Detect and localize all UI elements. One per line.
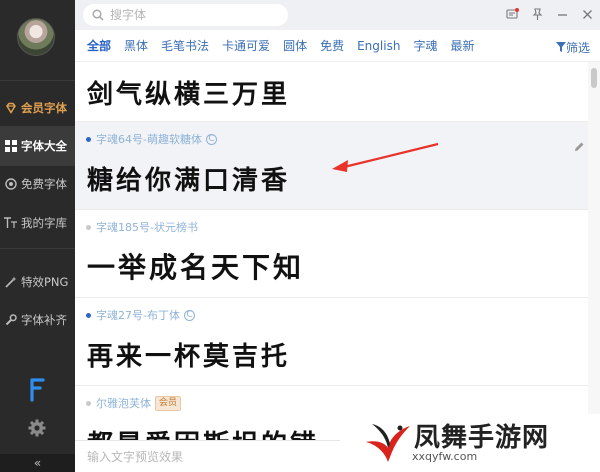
gear-icon[interactable] <box>27 418 47 438</box>
close-icon[interactable] <box>581 6 594 19</box>
sidebar-item-all-fonts[interactable]: 字体大全 <box>0 126 75 166</box>
font-sample: 一举成名天下知 <box>87 251 305 284</box>
sidebar: 会员字体 字体大全 免费字体 我的字库 特效PNG 字体补齐 « <box>0 0 75 472</box>
status-dot <box>86 312 91 318</box>
sidebar-item-label: 字体大全 <box>21 139 67 153</box>
font-meta: 字魂64号-萌趣软糖体 C <box>86 131 217 147</box>
tab-heiti[interactable]: 黑体 <box>124 37 148 54</box>
font-list: 剑气纵横三万里 字魂64号-萌趣软糖体 C 糖给你满口清香 字魂185号-状元榜… <box>75 62 588 440</box>
sidebar-item-effect-png[interactable]: 特效PNG <box>0 262 75 302</box>
wrench-icon <box>4 313 18 327</box>
sidebar-collapse-button[interactable]: « <box>0 454 75 472</box>
message-icon[interactable] <box>506 6 519 19</box>
site-watermark: 凤舞手游网 xxqyfw.com <box>362 414 600 472</box>
font-sample: 再来一杯莫吉托 <box>87 342 291 372</box>
coin-icon <box>4 177 18 191</box>
window-controls <box>506 6 594 20</box>
status-dot <box>86 224 91 230</box>
copyright-icon: C <box>183 309 195 321</box>
status-dot <box>86 400 91 406</box>
tab-rounded[interactable]: 圆体 <box>283 37 307 54</box>
font-meta: 尔雅泡芙体 会员 <box>86 395 182 411</box>
pin-icon[interactable] <box>531 6 544 20</box>
filter-icon <box>555 41 566 55</box>
status-dot <box>86 136 91 142</box>
scrollbar[interactable] <box>588 62 600 440</box>
watermark-title: 凤舞手游网 <box>414 423 550 453</box>
font-sample: 都是爱因斯坦的错 <box>87 424 319 440</box>
search-box[interactable] <box>83 4 288 26</box>
sidebar-item-font-fill[interactable]: 字体补齐 <box>0 300 75 340</box>
minimize-icon[interactable] <box>556 6 569 19</box>
watermark-url: xxqyfw.com <box>412 450 478 463</box>
sidebar-item-label: 我的字库 <box>21 216 67 230</box>
sidebar-item-free-fonts[interactable]: 免费字体 <box>0 164 75 204</box>
font-tt-icon <box>4 216 18 230</box>
tab-calligraphy[interactable]: 毛笔书法 <box>161 37 209 54</box>
sidebar-item-label: 会员字体 <box>21 101 67 115</box>
font-name: 字魂64号-萌趣软糖体 <box>96 133 202 146</box>
sidebar-item-label: 免费字体 <box>21 177 67 191</box>
preview-bar <box>75 440 340 472</box>
sidebar-item-label: 字体补齐 <box>21 313 67 327</box>
tab-english[interactable]: English <box>357 39 400 53</box>
font-sample: 糖给你满口清香 <box>87 166 291 196</box>
pencil-icon[interactable] <box>573 138 585 151</box>
phoenix-logo-icon <box>366 424 410 462</box>
font-row[interactable]: 剑气纵横三万里 <box>75 62 588 122</box>
grid-icon <box>4 139 18 153</box>
diamond-icon <box>4 101 18 115</box>
sidebar-item-vip-fonts[interactable]: 会员字体 <box>0 88 75 128</box>
preview-text-input[interactable] <box>87 449 327 464</box>
tab-latest[interactable]: 最新 <box>450 37 474 54</box>
filter-label: 筛选 <box>565 41 590 55</box>
tab-all[interactable]: 全部 <box>87 37 111 54</box>
category-tabs: 全部 黑体 毛笔书法 卡通可爱 圆体 免费 English 字魂 最新 筛选 <box>75 30 600 62</box>
tab-free[interactable]: 免费 <box>320 37 344 54</box>
app-logo-icon <box>28 377 48 403</box>
font-row[interactable]: 字魂185号-状元榜书 一举成名天下知 <box>75 210 588 298</box>
scroll-thumb[interactable] <box>591 68 597 88</box>
font-name: 字魂27号-布丁体 <box>96 309 180 322</box>
font-row[interactable]: 字魂64号-萌趣软糖体 C 糖给你满口清香 <box>75 122 588 210</box>
tab-zihun[interactable]: 字魂 <box>413 37 437 54</box>
avatar[interactable] <box>17 18 55 56</box>
font-name: 字魂185号-状元榜书 <box>96 221 198 234</box>
copyright-icon: C <box>205 133 217 145</box>
font-row[interactable]: 字魂27号-布丁体 C 再来一杯莫吉托 <box>75 298 588 386</box>
font-name: 尔雅泡芙体 <box>96 397 151 410</box>
magic-wand-icon <box>4 275 18 289</box>
search-icon <box>92 6 104 25</box>
font-sample: 剑气纵横三万里 <box>87 80 291 110</box>
title-bar <box>75 0 600 30</box>
sidebar-divider <box>0 248 75 249</box>
tab-cartoon[interactable]: 卡通可爱 <box>222 37 270 54</box>
search-input[interactable] <box>110 8 270 22</box>
sidebar-item-label: 特效PNG <box>21 275 69 289</box>
font-meta: 字魂185号-状元榜书 <box>86 219 198 235</box>
vip-badge: 会员 <box>155 395 182 411</box>
filter-button[interactable]: 筛选 <box>555 39 590 56</box>
sidebar-item-my-fonts[interactable]: 我的字库 <box>0 203 75 243</box>
font-meta: 字魂27号-布丁体 C <box>86 307 195 323</box>
sidebar-divider <box>0 80 75 81</box>
